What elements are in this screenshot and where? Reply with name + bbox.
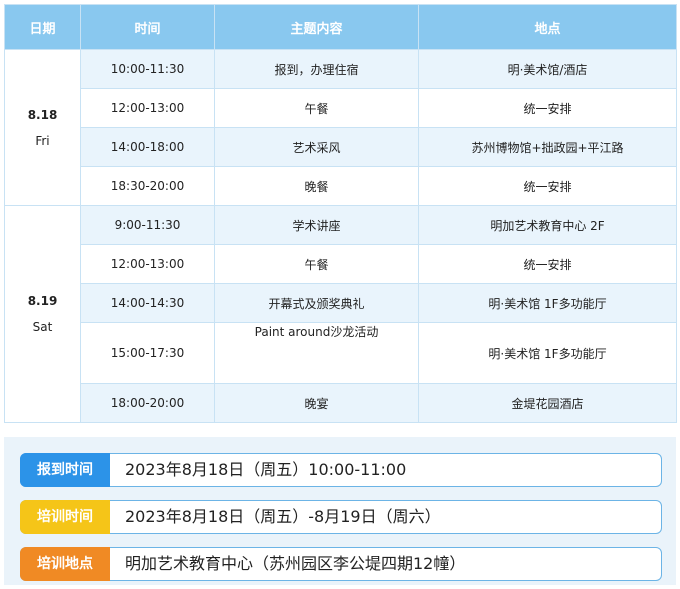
training-location-row: 培训地点 明加艺术教育中心（苏州园区李公堤四期12幢） <box>20 547 662 581</box>
time-cell: 9:00-11:30 <box>80 205 215 245</box>
topic-cell: 艺术采风 <box>214 127 419 167</box>
day-date: 8.19 <box>27 294 58 308</box>
training-location-value: 明加艺术教育中心（苏州园区李公堤四期12幢） <box>125 554 466 573</box>
header-date: 日期 <box>4 4 81 50</box>
topic-cell: Paint around沙龙活动 <box>214 322 419 384</box>
day-weekday: Sat <box>32 320 53 334</box>
table-row: 8.18 Fri 10:00-11:30 报到，办理住宿 明·美术馆/酒店 <box>4 49 677 206</box>
day-cell-0819: 8.19 Sat <box>4 205 81 423</box>
time-cell: 15:00-17:30 <box>80 322 215 384</box>
table-row: 14:00-18:00 艺术采风 苏州博物馆+拙政园+平江路 <box>5 127 677 167</box>
place-cell: 统一安排 <box>418 244 677 284</box>
time-cell: 12:00-13:00 <box>80 244 215 284</box>
schedule-table: 日期 时间 主题内容 地点 8.18 Fri 10:00-11:30 报到，办理… <box>4 4 677 423</box>
topic-cell: 晚餐 <box>214 166 419 206</box>
time-cell: 18:00-20:00 <box>80 383 215 423</box>
checkin-time-row: 报到时间 2023年8月18日（周五）10:00-11:00 <box>20 453 662 487</box>
training-time-value: 2023年8月18日（周五）-8月19日（周六） <box>125 507 441 526</box>
table-row: 15:00-17:30 Paint around沙龙活动 明·美术馆 1F多功能… <box>5 322 677 384</box>
day-date: 8.18 <box>27 107 58 122</box>
place-cell: 明·美术馆 1F多功能厅 <box>418 322 677 384</box>
header-place: 地点 <box>418 4 677 50</box>
table-row: 12:00-13:00 午餐 统一安排 <box>5 88 677 128</box>
header-row: 日期 时间 主题内容 地点 <box>4 4 677 50</box>
checkin-time-value: 2023年8月18日（周五）10:00-11:00 <box>125 460 407 479</box>
day-weekday: Fri <box>35 133 50 148</box>
place-cell: 金堤花园酒店 <box>418 383 677 423</box>
header-topic: 主题内容 <box>214 4 419 50</box>
place-cell: 统一安排 <box>418 166 677 206</box>
training-time-row: 培训时间 2023年8月18日（周五）-8月19日（周六） <box>20 500 662 534</box>
topic-cell: 报到，办理住宿 <box>214 49 419 89</box>
topic-cell: 开幕式及颁奖典礼 <box>214 283 419 323</box>
checkin-time-label: 报到时间 <box>20 453 110 487</box>
place-cell: 统一安排 <box>418 88 677 128</box>
info-panel: 报到时间 2023年8月18日（周五）10:00-11:00 培训时间 2023… <box>4 437 676 585</box>
time-cell: 10:00-11:30 <box>80 49 215 89</box>
day-cell-0818: 8.18 Fri <box>4 49 81 206</box>
table-row: 18:00-20:00 晚宴 金堤花园酒店 <box>5 383 677 423</box>
place-cell: 明加艺术教育中心 2F <box>418 205 677 245</box>
place-cell: 苏州博物馆+拙政园+平江路 <box>418 127 677 167</box>
table-row: 18:30-20:00 晚餐 统一安排 <box>5 166 677 206</box>
time-cell: 18:30-20:00 <box>80 166 215 206</box>
time-cell: 14:00-14:30 <box>80 283 215 323</box>
time-cell: 12:00-13:00 <box>80 88 215 128</box>
table-row: 14:00-14:30 开幕式及颁奖典礼 明·美术馆 1F多功能厅 <box>5 283 677 323</box>
topic-cell: 午餐 <box>214 244 419 284</box>
place-cell: 明·美术馆/酒店 <box>418 49 677 89</box>
table-row: 8.19 Sat 9:00-11:30 学术讲座 明加艺术教育中心 2F <box>4 205 677 423</box>
topic-cell: 晚宴 <box>214 383 419 423</box>
time-cell: 14:00-18:00 <box>80 127 215 167</box>
table-row: 12:00-13:00 午餐 统一安排 <box>5 244 677 284</box>
training-location-label: 培训地点 <box>20 547 110 581</box>
header-time: 时间 <box>80 4 215 50</box>
topic-cell: 学术讲座 <box>214 205 419 245</box>
training-time-label: 培训时间 <box>20 500 110 534</box>
topic-cell: 午餐 <box>214 88 419 128</box>
place-cell: 明·美术馆 1F多功能厅 <box>418 283 677 323</box>
